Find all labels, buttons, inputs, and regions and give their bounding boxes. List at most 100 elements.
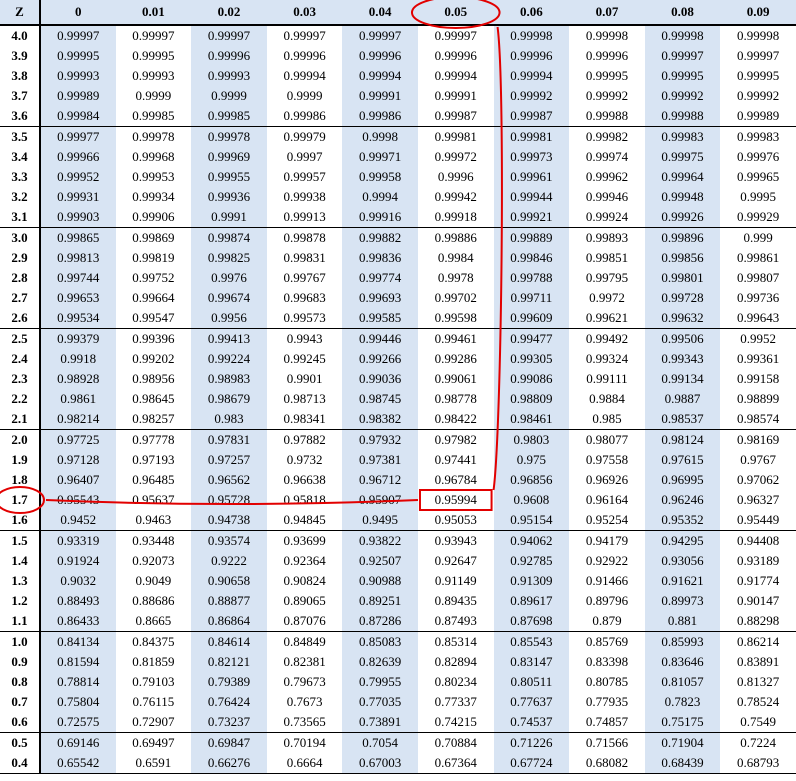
- cell: 0.78814: [40, 672, 116, 692]
- cell: 0.99396: [116, 329, 192, 350]
- cell: 0.81327: [720, 672, 796, 692]
- z-label: 2.3: [0, 369, 40, 389]
- cell: 0.69146: [40, 733, 116, 754]
- cell: 0.99988: [645, 106, 721, 127]
- cell: 0.99984: [40, 106, 116, 127]
- cell: 0.77637: [494, 692, 570, 712]
- cell: 0.99036: [342, 369, 418, 389]
- cell: 0.95053: [418, 510, 494, 531]
- cell: 0.89065: [267, 591, 343, 611]
- cell: 0.94738: [191, 510, 267, 531]
- cell: 0.97982: [418, 430, 494, 451]
- z-label: 0.5: [0, 733, 40, 754]
- z-label: 3.7: [0, 86, 40, 106]
- cell: 0.9732: [267, 450, 343, 470]
- cell: 0.92647: [418, 551, 494, 571]
- cell: 0.99997: [645, 46, 721, 66]
- cell: 0.99996: [191, 46, 267, 66]
- cell: 0.92364: [267, 551, 343, 571]
- cell: 0.74857: [569, 712, 645, 733]
- cell: 0.83147: [494, 652, 570, 672]
- cell: 0.99931: [40, 187, 116, 207]
- cell: 0.97193: [116, 450, 192, 470]
- z-label: 0.9: [0, 652, 40, 672]
- table-row: 1.30.90320.90490.906580.908240.909880.91…: [0, 571, 796, 591]
- cell: 0.86864: [191, 611, 267, 632]
- cell: 0.69847: [191, 733, 267, 754]
- cell: 0.99958: [342, 167, 418, 187]
- cell: 0.99997: [418, 25, 494, 46]
- table-row: 1.10.864330.86650.868640.870760.872860.8…: [0, 611, 796, 632]
- cell: 0.83891: [720, 652, 796, 672]
- cell: 0.99994: [267, 66, 343, 86]
- cell: 0.99953: [116, 167, 192, 187]
- cell: 0.87698: [494, 611, 570, 632]
- cell: 0.74537: [494, 712, 570, 733]
- table-row: 1.40.919240.920730.92220.923640.925070.9…: [0, 551, 796, 571]
- z-label: 1.2: [0, 591, 40, 611]
- cell: 0.89435: [418, 591, 494, 611]
- cell: 0.97932: [342, 430, 418, 451]
- cell: 0.9952: [720, 329, 796, 350]
- header-col: 0.01: [116, 0, 192, 25]
- cell: 0.99788: [494, 268, 570, 288]
- cell: 0.8665: [116, 611, 192, 632]
- table-row: 3.90.999950.999950.999960.999960.999960.…: [0, 46, 796, 66]
- cell: 0.80234: [418, 672, 494, 692]
- cell: 0.85314: [418, 632, 494, 653]
- cell: 0.93574: [191, 531, 267, 552]
- cell: 0.94845: [267, 510, 343, 531]
- cell: 0.99379: [40, 329, 116, 350]
- cell: 0.9463: [116, 510, 192, 531]
- cell: 0.99993: [116, 66, 192, 86]
- cell: 0.7823: [645, 692, 721, 712]
- cell: 0.99851: [569, 248, 645, 268]
- cell: 0.9884: [569, 389, 645, 409]
- cell: 0.99992: [569, 86, 645, 106]
- cell: 0.9997: [267, 147, 343, 167]
- cell: 0.96856: [494, 470, 570, 490]
- cell: 0.99983: [645, 127, 721, 148]
- cell: 0.99998: [645, 25, 721, 46]
- cell: 0.9994: [342, 187, 418, 207]
- cell: 0.99693: [342, 288, 418, 308]
- cell: 0.99955: [191, 167, 267, 187]
- cell: 0.97257: [191, 450, 267, 470]
- cell: 0.79673: [267, 672, 343, 692]
- cell: 0.99801: [645, 268, 721, 288]
- cell: 0.94295: [645, 531, 721, 552]
- cell: 0.99413: [191, 329, 267, 350]
- table-row: 0.50.691460.694970.698470.701940.70540.7…: [0, 733, 796, 754]
- cell: 0.9767: [720, 450, 796, 470]
- cell: 0.98745: [342, 389, 418, 409]
- cell: 0.99683: [267, 288, 343, 308]
- cell: 0.99992: [494, 86, 570, 106]
- cell: 0.99906: [116, 207, 192, 228]
- cell: 0.98382: [342, 409, 418, 430]
- cell: 0.85543: [494, 632, 570, 653]
- cell: 0.95907: [342, 490, 418, 510]
- cell: 0.93056: [645, 551, 721, 571]
- cell: 0.99361: [720, 349, 796, 369]
- cell: 0.9999: [267, 86, 343, 106]
- cell: 0.71904: [645, 733, 721, 754]
- cell: 0.9887: [645, 389, 721, 409]
- cell: 0.98574: [720, 409, 796, 430]
- cell: 0.99987: [418, 106, 494, 127]
- cell: 0.99994: [342, 66, 418, 86]
- cell: 0.7549: [720, 712, 796, 733]
- table-row: 3.20.999310.999340.999360.999380.99940.9…: [0, 187, 796, 207]
- cell: 0.98645: [116, 389, 192, 409]
- cell: 0.91924: [40, 551, 116, 571]
- cell: 0.93699: [267, 531, 343, 552]
- cell: 0.99961: [494, 167, 570, 187]
- table-row: 3.10.999030.999060.99910.999130.999160.9…: [0, 207, 796, 228]
- z-label: 2.2: [0, 389, 40, 409]
- cell: 0.72575: [40, 712, 116, 733]
- table-row: 1.80.964070.964850.965620.966380.967120.…: [0, 470, 796, 490]
- cell: 0.99996: [569, 46, 645, 66]
- cell: 0.97778: [116, 430, 192, 451]
- header-col: 0.06: [494, 0, 570, 25]
- cell: 0.99983: [720, 127, 796, 148]
- cell: 0.69497: [116, 733, 192, 754]
